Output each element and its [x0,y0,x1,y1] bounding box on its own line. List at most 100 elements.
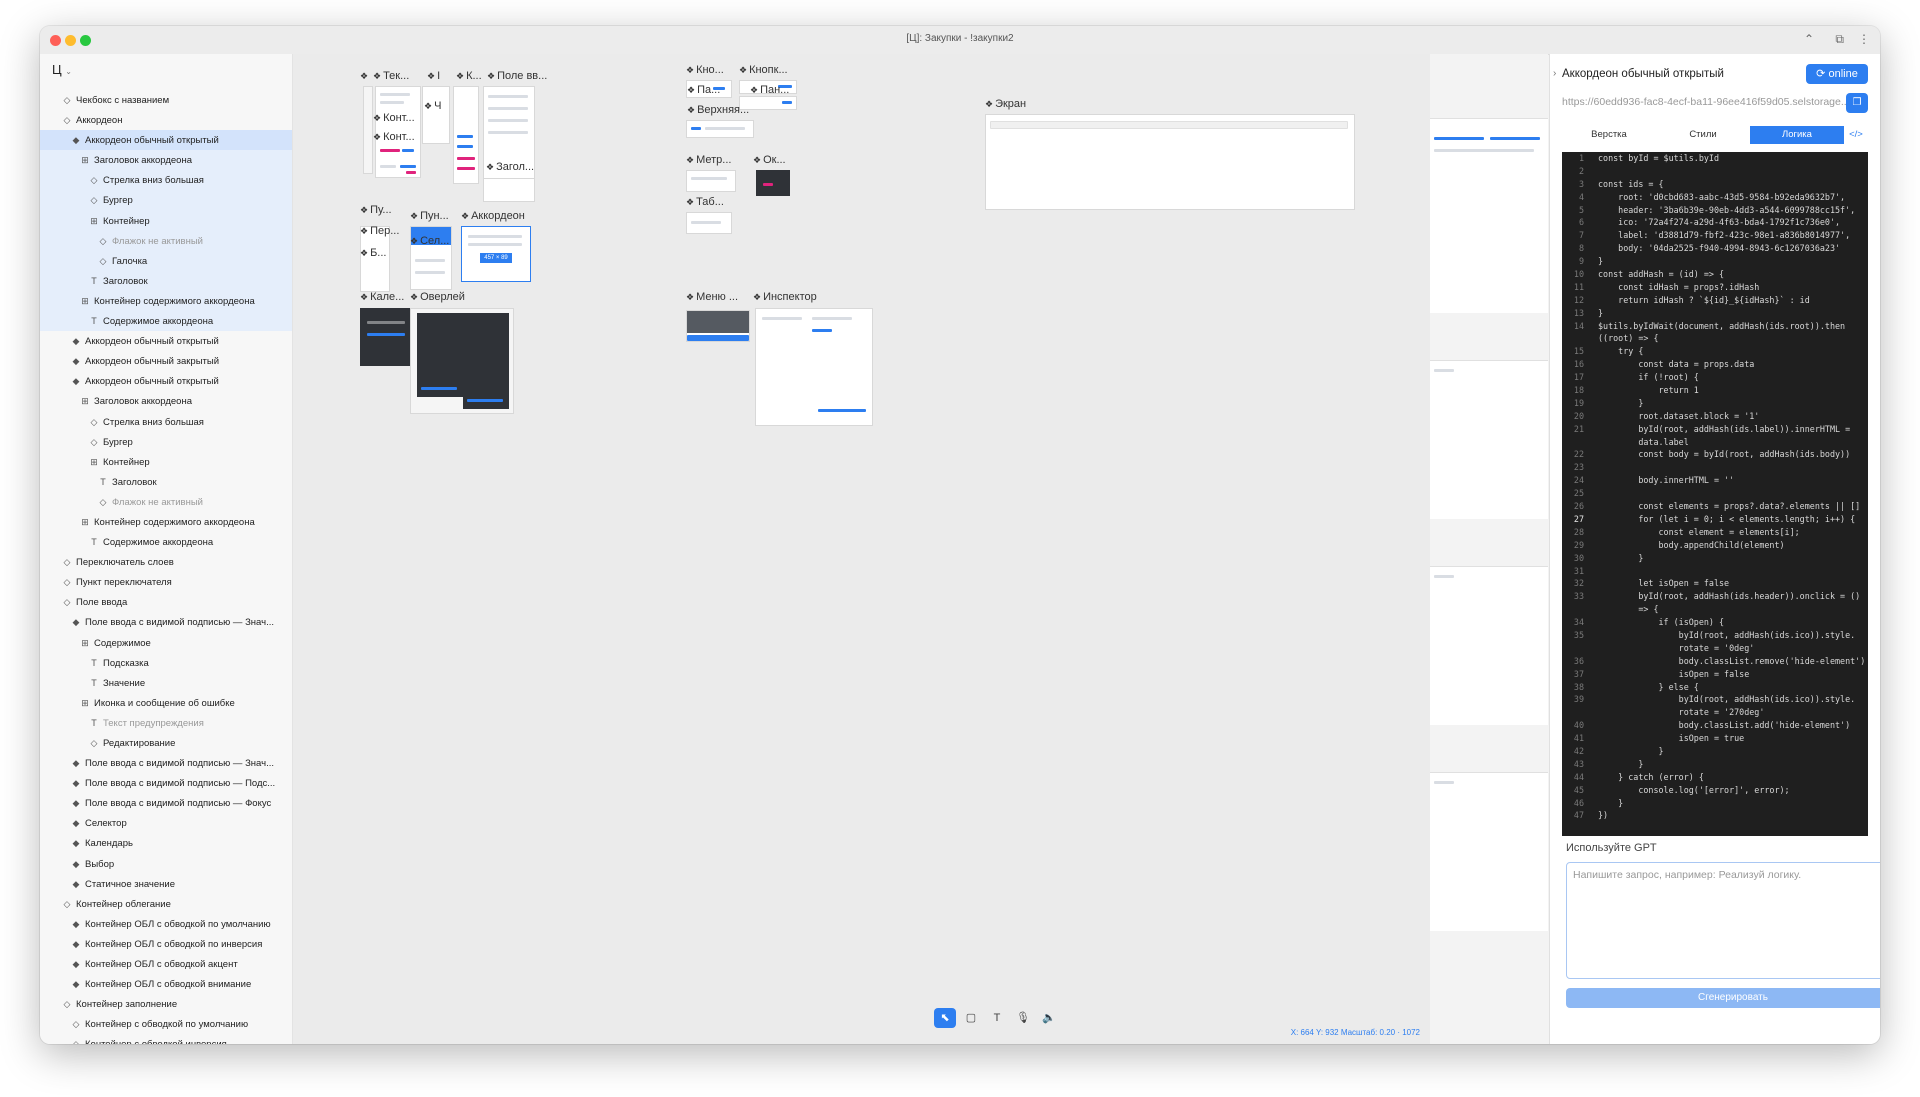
more-menu-icon[interactable]: ⋮ [1858,32,1870,46]
frame-label-per[interactable]: ❖ Пер... [360,225,399,237]
code-line[interactable]: 24 body.innerHTML = '' [1562,474,1868,487]
frame-label-sel[interactable]: ❖ Сел... [410,235,449,247]
code-line[interactable]: 12 return idHash ? `${id}_${idHash}` : i… [1562,294,1868,307]
code-line[interactable]: 27 for (let i = 0; i < elements.length; … [1562,513,1868,526]
frame-label-pole[interactable]: ❖ Поле вв... [487,70,547,82]
generate-button[interactable]: Сгенерировать [1566,988,1880,1008]
code-line[interactable]: 3 const ids = { [1562,178,1868,191]
code-line[interactable]: 47}) [1562,809,1868,822]
layer-item[interactable]: ⊞ Заголовок аккордеона [40,391,292,411]
frame-thumbnail[interactable] [686,170,736,192]
layer-item[interactable]: ◆ Аккордеон обычный открытый [40,331,292,351]
workspace-selector[interactable]: Ц ⌄ [52,62,72,77]
frame-label-ok[interactable]: ❖ Ок... [753,154,786,166]
layer-item[interactable]: ◇ Контейнер облегание [40,894,292,914]
frame-thumbnail-menu[interactable] [686,310,750,342]
tab-styles[interactable]: Стили [1656,126,1750,144]
layer-item[interactable]: ◆ Поле ввода с видимой подписью — Знач... [40,612,292,632]
frame-thumbnail[interactable] [1430,360,1548,519]
frame-label-inspector[interactable]: ❖ Инспектор [753,291,817,303]
layer-item[interactable]: ◆ Поле ввода с видимой подписью — Знач... [40,753,292,773]
layer-item[interactable]: T Заголовок [40,270,292,291]
code-line[interactable]: 4 root: 'd0cbd683-aabc-43d5-9584-b92eda9… [1562,191,1868,204]
gpt-prompt-input[interactable] [1566,862,1880,979]
text-tool-icon[interactable]: T [986,1008,1008,1028]
frame-thumbnail[interactable] [363,86,373,174]
code-line[interactable]: 35 byId(root, addHash(ids.ico)).style. [1562,629,1868,642]
code-line[interactable]: => { [1562,603,1868,616]
layer-item[interactable]: ◇ Стрелка вниз большая [40,170,292,191]
chevron-right-icon[interactable]: › [1553,68,1556,79]
code-line[interactable]: 1 const byId = $utils.byId [1562,152,1868,165]
frame-label-kont[interactable]: ❖ Конт... [373,112,415,124]
select-tool-icon[interactable]: ⬉ [934,1008,956,1028]
layer-item[interactable]: ⊞ Контейнер содержимого аккордеона [40,290,292,312]
code-line[interactable]: 21 byId(root, addHash(ids.label)).innerH… [1562,423,1868,436]
chevron-up-icon[interactable]: ⌃ [1804,32,1814,46]
frame-label-zagol[interactable]: ❖ Загол... [486,161,534,173]
layer-item[interactable]: T Значение [40,673,292,693]
extensions-icon[interactable]: ⧉ [1835,32,1844,47]
layer-item[interactable]: T Содержимое аккордеона [40,311,292,332]
layer-item[interactable]: ⊞ Иконка и сообщение об ошибке [40,693,292,713]
tab-logic[interactable]: Логика [1750,126,1844,144]
layer-item[interactable]: ◆ Аккордеон обычный открытый [40,371,292,391]
frame-label-menu[interactable]: ❖ Меню ... [686,291,738,303]
code-line[interactable]: 37 isOpen = false [1562,668,1868,681]
layer-item[interactable]: ◇ Галочка [40,250,292,271]
layer-item[interactable]: ◆ Селектор [40,813,292,833]
component-url[interactable]: https://60edd936-fac8-4ecf-ba11-96ee416f… [1562,96,1880,108]
frame-thumbnail[interactable] [1430,566,1548,725]
layer-item[interactable]: ◆ Календарь [40,833,292,853]
layer-item[interactable]: ◆ Статичное значение [40,874,292,894]
layer-item[interactable]: ◇ Пункт переключателя [40,572,292,592]
frame-thumbnail[interactable] [422,86,450,144]
layer-item[interactable]: ◇ Бургер [40,190,292,211]
code-line[interactable]: 6 ico: '72a4f274-a29d-4f63-bda4-1792f1c7… [1562,216,1868,229]
code-line[interactable]: 43 } [1562,758,1868,771]
frame-label-metr[interactable]: ❖ Метр... [686,154,731,166]
layer-item[interactable]: ◆ Поле ввода с видимой подписью — Фокус [40,793,292,813]
layer-item[interactable]: ◆ Аккордеон обычный закрытый [40,351,292,371]
layer-item[interactable]: ⊞ Заголовок аккордеона [40,150,292,171]
sound-tool-icon[interactable]: 🔈 [1038,1008,1060,1028]
frame-tool-icon[interactable]: ▢ [960,1008,982,1028]
frame-label-tab[interactable]: ❖ Таб... [686,196,724,208]
code-line[interactable]: 36 body.classList.remove('hide-element') [1562,655,1868,668]
code-line[interactable]: rotate = '0deg' [1562,642,1868,655]
layer-item[interactable]: ⊞ Содержимое [40,633,292,653]
selected-frame-accordion[interactable]: 457 × 89 [461,226,531,282]
code-line[interactable]: 38 } else { [1562,681,1868,694]
design-canvas[interactable]: ❖ ❖ Тек... ❖ І ❖ К... ❖ Поле вв... ❖ Конт... … [293,54,1548,1044]
frame-label-k[interactable]: ❖ К... [456,70,482,82]
code-line[interactable]: 45 console.log('[error]', error); [1562,784,1868,797]
frame-label-kno[interactable]: ❖ Кно... [686,64,724,76]
layer-item[interactable]: ◆ Аккордеон обычный открытый [40,130,292,151]
frame-label-ekran[interactable]: ❖ Экран [985,98,1026,110]
mic-tool-icon[interactable]: 🎙 [1012,1008,1034,1028]
code-line[interactable]: 14 $utils.byIdWait(document, addHash(ids.… [1562,320,1868,333]
code-line[interactable]: 8 body: '04da2525-f940-4994-8943-6c12670… [1562,242,1868,255]
code-line[interactable]: 25 [1562,487,1868,500]
layer-item[interactable]: ◇ Редактирование [40,733,292,753]
layer-item[interactable]: ◇ Стрелка вниз большая [40,412,292,432]
layer-item[interactable]: ◇ Аккордеон [40,110,292,130]
code-line[interactable]: rotate = '270deg' [1562,706,1868,719]
layer-item[interactable]: ◇ Переключатель слоев [40,552,292,572]
layer-item[interactable]: ◇ Контейнер заполнение [40,994,292,1014]
layer-item[interactable]: ◇ Флажок не активный [40,230,292,251]
code-line[interactable]: ((root) => { [1562,332,1868,345]
layer-item[interactable]: ◇ Чекбокс с названием [40,90,292,110]
code-line[interactable]: 31 [1562,565,1868,578]
frame-thumbnail[interactable] [483,178,535,202]
frame-label-overlay[interactable]: ❖ Оверлей [410,291,465,303]
layer-item[interactable]: ◇ Поле ввода [40,592,292,612]
layer-item[interactable]: ◆ Контейнер ОБЛ с обводкой по умолчанию [40,914,292,934]
layer-item[interactable]: ◇ Контейнер с обводкой по умолчанию [40,1014,292,1034]
tab-layout[interactable]: Верстка [1562,126,1656,144]
layer-item[interactable]: ◇ Флажок не активный [40,492,292,512]
frame-label-pu[interactable]: ❖ Пу... [360,204,392,216]
layer-item[interactable]: T Подсказка [40,653,292,673]
layer-item[interactable]: T Содержимое аккордеона [40,532,292,552]
frame-label-b[interactable]: ❖ Б... [360,247,386,259]
